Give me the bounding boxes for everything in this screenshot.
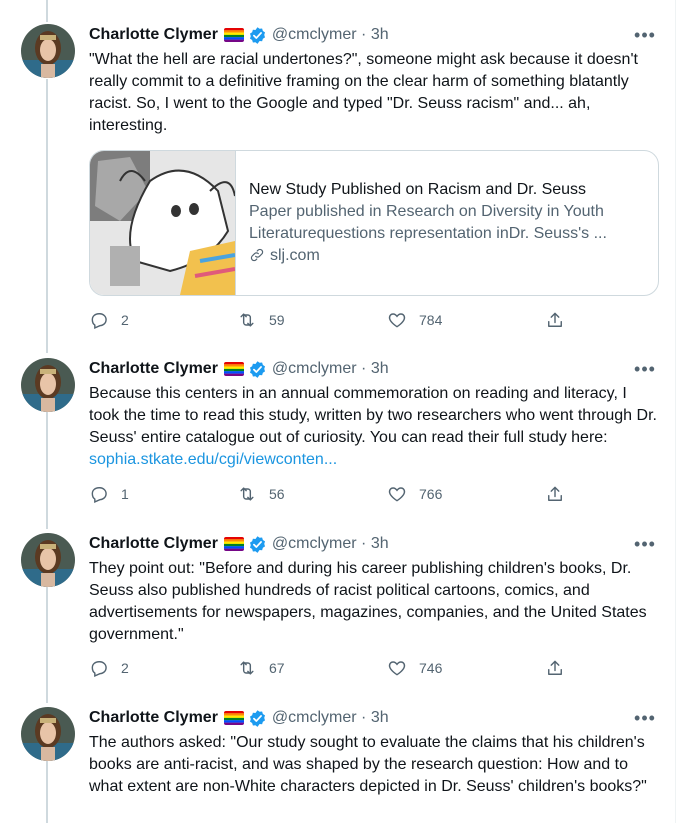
- rainbow-flag-icon: [223, 711, 244, 725]
- tweet-header: Charlotte Clymer @cmclymer · 3h: [89, 24, 389, 46]
- reply-count: 2: [121, 660, 129, 676]
- link-card[interactable]: New Study Published on Racism and Dr. Se…: [89, 150, 659, 296]
- tweet[interactable]: Charlotte Clymer @cmclymer · 3h ••• Beca…: [0, 358, 676, 518]
- heart-icon: [388, 313, 406, 328]
- author-name[interactable]: Charlotte Clymer: [89, 709, 218, 727]
- like-button[interactable]: 766: [387, 484, 442, 504]
- retweet-count: 67: [269, 660, 285, 676]
- author-name[interactable]: Charlotte Clymer: [89, 535, 218, 553]
- tweet-text: Because this centers in an annual commem…: [89, 383, 659, 471]
- like-button[interactable]: 784: [387, 310, 442, 330]
- reply-count: 2: [121, 312, 129, 328]
- rainbow-flag-icon: [223, 28, 244, 42]
- reply-icon: [91, 661, 107, 678]
- reply-button[interactable]: 2: [89, 658, 141, 678]
- card-thumbnail: [90, 151, 236, 295]
- share-button[interactable]: [545, 484, 577, 504]
- share-icon: [548, 486, 562, 501]
- author-name[interactable]: Charlotte Clymer: [89, 26, 218, 44]
- reply-button[interactable]: 2: [89, 310, 141, 330]
- more-icon[interactable]: •••: [634, 708, 656, 728]
- thread-timeline: Charlotte Clymer @cmclymer · 3h ••• "Wha…: [0, 0, 693, 823]
- tweet-text: The authors asked: "Our study sought to …: [89, 734, 647, 795]
- tweet-text: "What the hell are racial undertones?", …: [89, 51, 638, 134]
- share-icon: [548, 660, 562, 675]
- like-button[interactable]: 746: [387, 658, 442, 678]
- reply-icon: [91, 487, 107, 504]
- retweet-button[interactable]: 67: [237, 658, 289, 678]
- author-name[interactable]: Charlotte Clymer: [89, 360, 218, 378]
- tweet-header: Charlotte Clymer @cmclymer · 3h: [89, 707, 389, 729]
- link-icon: [249, 247, 267, 265]
- tweet[interactable]: Charlotte Clymer @cmclymer · 3h ••• They…: [0, 533, 676, 693]
- verified-badge-icon: [248, 360, 267, 379]
- card-title: New Study Published on Racism and Dr. Se…: [249, 181, 587, 198]
- tweet[interactable]: Charlotte Clymer @cmclymer · 3h ••• The …: [0, 707, 676, 823]
- card-description: Paper published in Research on Diversity…: [249, 203, 607, 242]
- rainbow-flag-icon: [223, 362, 244, 376]
- retweet-icon: [240, 487, 254, 501]
- more-icon[interactable]: •••: [634, 534, 656, 554]
- rainbow-flag-icon: [223, 537, 244, 551]
- handle-and-time[interactable]: @cmclymer · 3h: [272, 709, 389, 727]
- heart-icon: [388, 487, 406, 502]
- avatar[interactable]: [21, 24, 75, 78]
- avatar[interactable]: [21, 707, 75, 761]
- reply-icon: [91, 313, 107, 330]
- handle-and-time[interactable]: @cmclymer · 3h: [272, 535, 389, 553]
- tweet-actions: 2 59 784: [89, 310, 569, 332]
- tweet-text: They point out: "Before and during his c…: [89, 560, 647, 643]
- retweet-count: 59: [269, 312, 285, 328]
- retweet-icon: [240, 313, 254, 327]
- like-count: 746: [419, 660, 443, 676]
- verified-badge-icon: [248, 26, 267, 45]
- verified-badge-icon: [248, 709, 267, 728]
- share-icon: [548, 312, 562, 327]
- card-body: New Study Published on Racism and Dr. Se…: [236, 151, 658, 295]
- tweet[interactable]: Charlotte Clymer @cmclymer · 3h ••• "Wha…: [0, 24, 676, 344]
- verified-badge-icon: [248, 535, 267, 554]
- thread-connector: [46, 0, 48, 22]
- avatar[interactable]: [21, 358, 75, 412]
- tweet-actions: 2 67 746: [89, 658, 569, 680]
- reply-button[interactable]: 1: [89, 484, 141, 504]
- share-button[interactable]: [545, 310, 577, 330]
- card-domain: slj.com: [249, 245, 658, 267]
- heart-icon: [388, 661, 406, 676]
- avatar[interactable]: [21, 533, 75, 587]
- tweet-link[interactable]: sophia.stkate.edu/cgi/viewconten...: [89, 451, 337, 468]
- card-domain-text: slj.com: [270, 247, 320, 264]
- retweet-icon: [240, 661, 254, 675]
- like-count: 784: [419, 312, 443, 328]
- retweet-count: 56: [269, 486, 285, 502]
- tweet-header: Charlotte Clymer @cmclymer · 3h: [89, 533, 389, 555]
- reply-count: 1: [121, 486, 129, 502]
- tweet-text-body: Because this centers in an annual commem…: [89, 385, 657, 446]
- share-button[interactable]: [545, 658, 577, 678]
- handle-and-time[interactable]: @cmclymer · 3h: [272, 360, 389, 378]
- more-icon[interactable]: •••: [634, 25, 656, 45]
- like-count: 766: [419, 486, 443, 502]
- retweet-button[interactable]: 59: [237, 310, 289, 330]
- retweet-button[interactable]: 56: [237, 484, 289, 504]
- more-icon[interactable]: •••: [634, 359, 656, 379]
- tweet-actions: 1 56 766: [89, 484, 569, 506]
- tweet-header: Charlotte Clymer @cmclymer · 3h: [89, 358, 389, 380]
- handle-and-time[interactable]: @cmclymer · 3h: [272, 26, 389, 44]
